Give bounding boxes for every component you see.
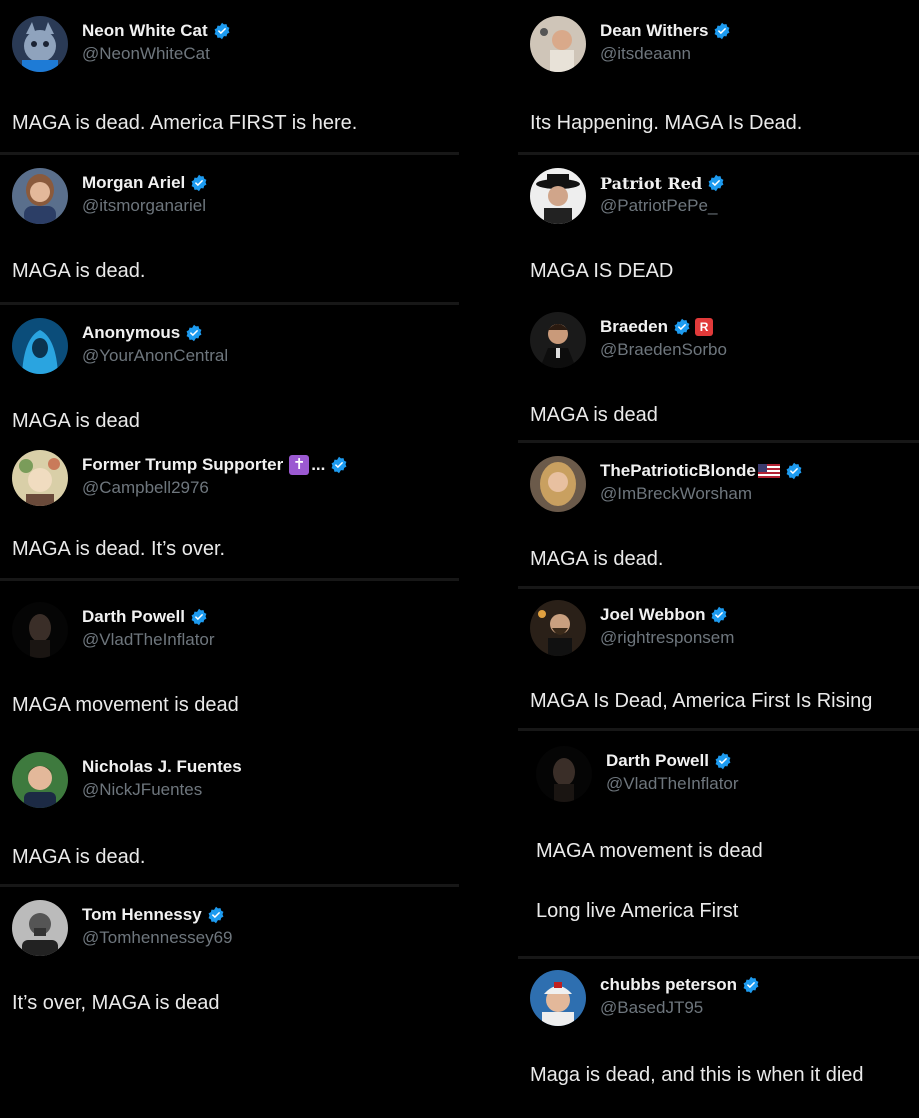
display-name[interactable]: Morgan Ariel [82, 173, 185, 193]
man-avatar[interactable] [12, 752, 68, 808]
tweet-text: MAGA Is Dead, America First Is Rising [530, 690, 873, 712]
painting-avatar[interactable] [12, 450, 68, 506]
handle[interactable]: @BraedenSorbo [600, 340, 727, 360]
display-name[interactable]: Patriot Red [600, 174, 702, 193]
verified-badge-icon [785, 462, 803, 480]
handle[interactable]: @VladTheInflator [82, 630, 215, 650]
bearded-man-avatar[interactable] [530, 600, 586, 656]
handle[interactable]: @VladTheInflator [606, 774, 739, 794]
divider [518, 956, 919, 959]
verified-badge-icon [190, 174, 208, 192]
blonde-avatar[interactable] [530, 456, 586, 512]
cat-avatar[interactable] [12, 16, 68, 72]
handle[interactable]: @YourAnonCentral [82, 346, 228, 366]
verified-badge-icon [185, 324, 203, 342]
right-column: Dean Withers @itsdeaann Its Happening. M… [518, 0, 919, 1118]
tweet-text: MAGA is dead. [12, 260, 146, 282]
tweet-text: MAGA is dead. [12, 846, 146, 868]
verified-badge-icon [673, 318, 691, 336]
verified-badge-icon [207, 906, 225, 924]
divider [518, 728, 919, 731]
divider [0, 578, 459, 581]
handle[interactable]: @NeonWhiteCat [82, 44, 231, 64]
display-name[interactable]: Neon White Cat [82, 21, 208, 41]
handle[interactable]: @rightresponsem [600, 628, 734, 648]
left-column: Neon White Cat @NeonWhiteCat MAGA is dea… [0, 0, 459, 1118]
cap-man-avatar[interactable] [530, 970, 586, 1026]
tweet-text: MAGA movement is dead [536, 840, 763, 862]
display-name[interactable]: Dean Withers [600, 21, 708, 41]
verified-badge-icon [190, 608, 208, 626]
woman-avatar[interactable] [12, 168, 68, 224]
display-name[interactable]: Joel Webbon [600, 605, 705, 625]
divider [518, 152, 919, 155]
display-name[interactable]: Darth Powell [606, 751, 709, 771]
divider [0, 152, 459, 155]
man-mirror-avatar[interactable] [530, 16, 586, 72]
tweet-text: Its Happening. MAGA Is Dead. [530, 112, 803, 134]
verified-badge-icon [742, 976, 760, 994]
tweet-text: MAGA is dead. [530, 548, 664, 570]
tweet-text: MAGA is dead. America FIRST is here. [12, 112, 358, 134]
display-name[interactable]: Nicholas J. Fuentes [82, 757, 242, 777]
bw-man-avatar[interactable] [12, 900, 68, 956]
divider [518, 586, 919, 589]
handle[interactable]: @NickJFuentes [82, 780, 242, 800]
verified-badge-icon [714, 752, 732, 770]
handle[interactable]: @itsmorganariel [82, 196, 208, 216]
display-name[interactable]: Anonymous [82, 323, 180, 343]
verified-badge-icon [710, 606, 728, 624]
dark-face-avatar[interactable] [536, 746, 592, 802]
display-name[interactable]: Braeden [600, 317, 668, 337]
display-name[interactable]: chubbs peterson [600, 975, 737, 995]
handle[interactable]: @ImBreckWorsham [600, 484, 803, 504]
tweet-text: MAGA IS DEAD [530, 260, 674, 282]
handle[interactable]: @BasedJT95 [600, 998, 760, 1018]
divider [0, 884, 459, 887]
divider [0, 302, 459, 305]
suit-man-avatar[interactable] [530, 312, 586, 368]
verified-badge-icon [707, 174, 725, 192]
tweet-text: MAGA is dead [12, 410, 140, 432]
handle[interactable]: @Campbell2976 [82, 478, 348, 498]
display-name[interactable]: ThePatrioticBlonde [600, 461, 756, 481]
tweet-text: MAGA is dead [530, 404, 658, 426]
rumble-badge-icon: R [695, 318, 714, 336]
hooded-figure-avatar[interactable] [12, 318, 68, 374]
tweet-text: It’s over, MAGA is dead [12, 992, 220, 1014]
verified-badge-icon [330, 456, 348, 474]
tweet-text-line-2: Long live America First [536, 900, 739, 922]
display-name[interactable]: Former Trump Supporter [82, 455, 283, 475]
tweet-text: Maga is dead, and this is when it died [530, 1064, 864, 1086]
display-name[interactable]: Darth Powell [82, 607, 185, 627]
cowboy-avatar[interactable] [530, 168, 586, 224]
tweet-text: MAGA movement is dead [12, 694, 239, 716]
handle[interactable]: @itsdeaann [600, 44, 731, 64]
display-name[interactable]: Tom Hennessy [82, 905, 202, 925]
tweet-text: MAGA is dead. It’s over. [12, 538, 226, 560]
name-truncation: ... [311, 455, 326, 474]
cross-emoji-icon: ✝ [289, 455, 310, 475]
dark-face-avatar[interactable] [12, 602, 68, 658]
verified-badge-icon [713, 22, 731, 40]
handle[interactable]: @PatriotPePe_ [600, 196, 725, 216]
us-flag-icon [757, 464, 780, 478]
verified-badge-icon [213, 22, 231, 40]
divider [518, 440, 919, 443]
handle[interactable]: @Tomhennessey69 [82, 928, 233, 948]
